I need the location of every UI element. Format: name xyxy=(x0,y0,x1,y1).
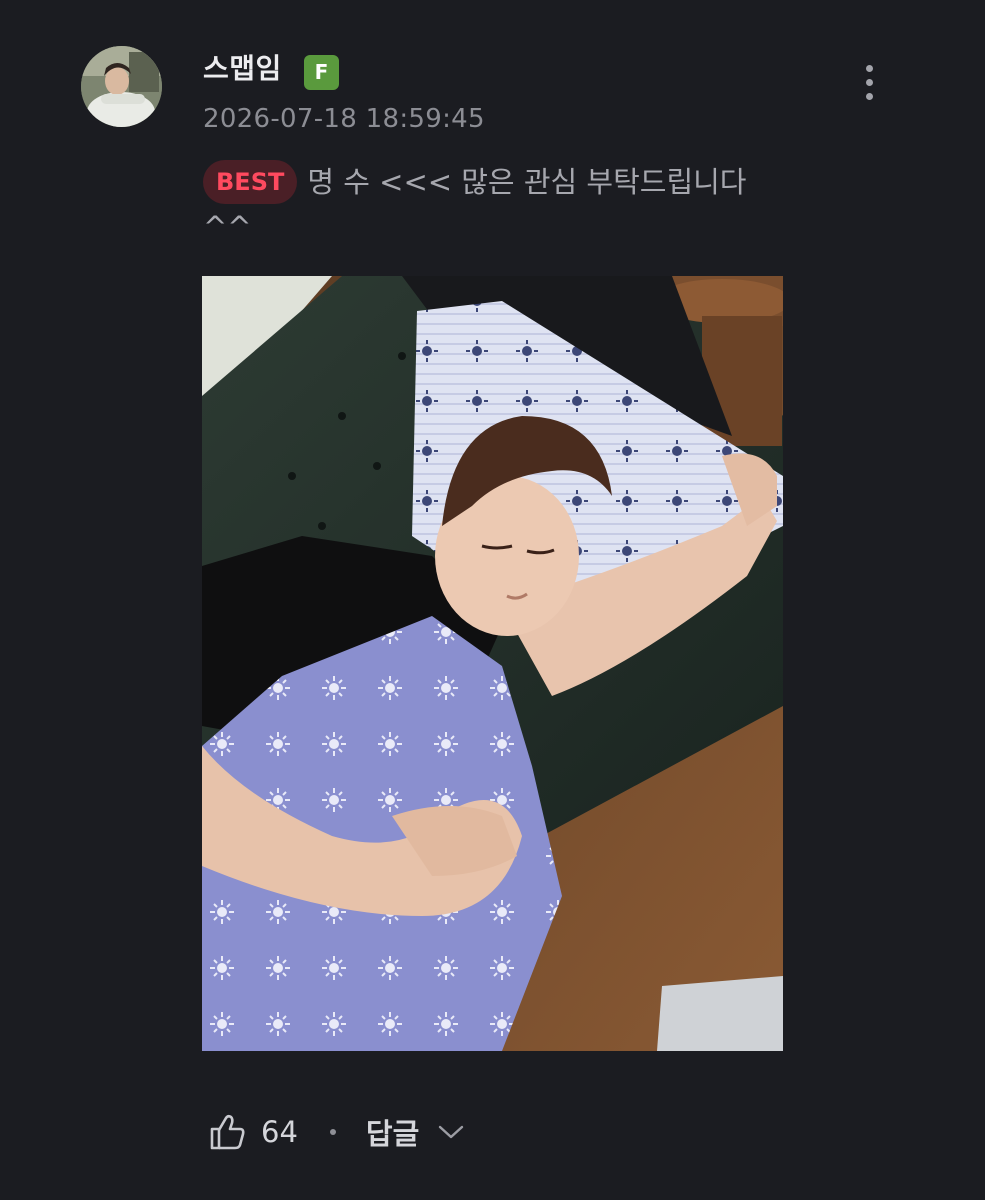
comment-timestamp: 2026-07-18 18:59:45 xyxy=(203,104,485,134)
avatar-image xyxy=(81,46,162,127)
photo-sleeping-man xyxy=(202,276,783,1051)
comment-body: BEST 명 수 <<< 많은 관심 부탁드립니다 ^^ xyxy=(203,160,783,250)
reply-button[interactable]: 답글 xyxy=(366,1111,465,1153)
reply-label: 답글 xyxy=(365,1117,420,1151)
level-badge: F xyxy=(304,55,339,90)
like-count: 64 xyxy=(261,1115,298,1149)
author-username[interactable]: 스맵임 xyxy=(203,49,282,89)
separator-dot xyxy=(329,1129,336,1135)
more-options-button[interactable] xyxy=(852,58,886,106)
more-vertical-icon-dot xyxy=(865,92,873,100)
avatar[interactable] xyxy=(81,46,162,127)
comment-photo[interactable] xyxy=(202,276,783,1051)
comment-actions: 64 답글 xyxy=(207,1106,465,1158)
chevron-down-icon xyxy=(439,1125,464,1139)
more-vertical-icon-dot xyxy=(865,78,873,86)
more-vertical-icon xyxy=(865,64,873,72)
like-button[interactable]: 64 xyxy=(207,1112,298,1152)
thumbs-up-icon xyxy=(210,1114,245,1150)
best-badge: BEST xyxy=(203,160,298,204)
